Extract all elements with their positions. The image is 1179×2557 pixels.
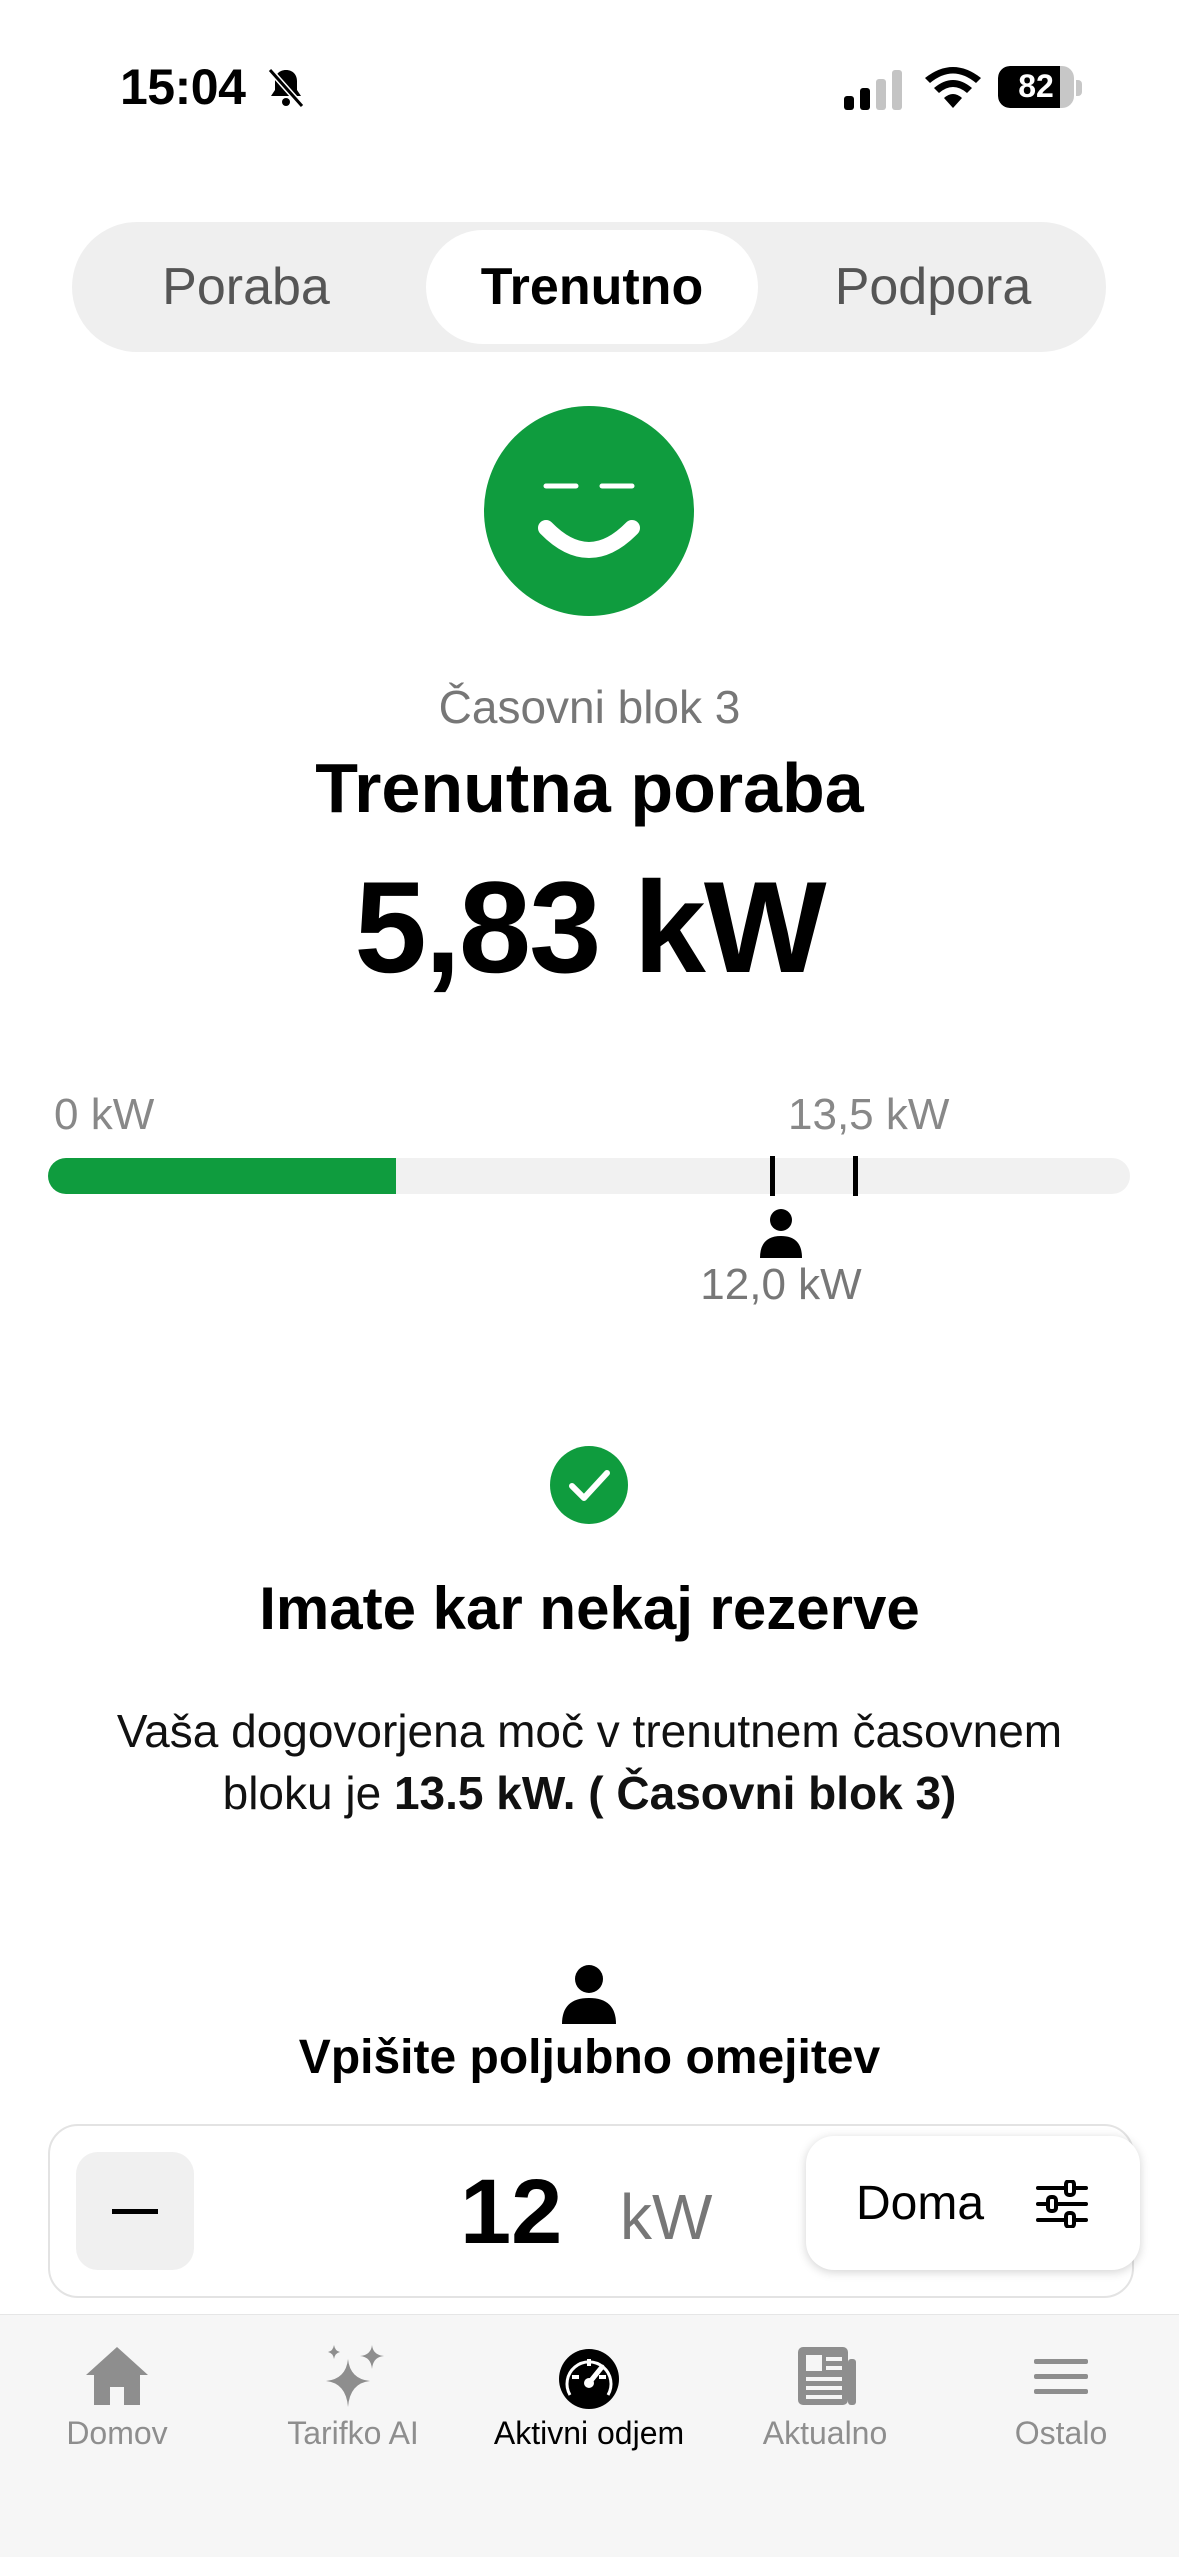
bell-slash-icon <box>267 68 305 108</box>
tab-label: Domov <box>66 2415 168 2451</box>
tab-poraba[interactable]: Poraba <box>86 230 406 344</box>
sliders-icon <box>1036 2180 1088 2228</box>
speedometer-icon <box>559 2349 619 2409</box>
user-limit-label: 12,0 kW <box>700 1260 862 1309</box>
location-profile-button[interactable]: Doma <box>806 2136 1140 2270</box>
battery-icon: 82 <box>998 66 1082 110</box>
consumption-gauge <box>48 1158 1130 1194</box>
reserve-title: Imate kar nekaj rezerve <box>259 1575 920 1642</box>
person-icon <box>760 1209 802 1258</box>
decrease-button[interactable] <box>76 2152 194 2270</box>
tab-ostalo[interactable]: Ostalo <box>961 2343 1161 2452</box>
check-icon <box>550 1446 628 1524</box>
bottom-tab-bar: Domov Tarifko AI Aktivni odjem Aktualno … <box>0 2314 1179 2557</box>
gauge-min-label: 0 kW <box>54 1090 155 1139</box>
minus-icon <box>112 2209 158 2214</box>
signal-icon <box>844 70 902 110</box>
segmented-control: Poraba Trenutno Podpora <box>72 222 1106 352</box>
tab-label: Aktualno <box>762 2415 888 2451</box>
location-profile-label: Doma <box>856 2177 985 2230</box>
tab-aktualno[interactable]: Aktualno <box>725 2343 925 2452</box>
limit-unit: kW <box>620 2181 713 2253</box>
tab-tarifko-ai[interactable]: Tarifko AI <box>253 2343 453 2452</box>
gauge-fill <box>48 1158 397 1194</box>
custom-limit-label: Vpišite poljubno omejitev <box>298 2031 881 2084</box>
wifi-icon <box>925 67 981 108</box>
tab-trenutno[interactable]: Trenutno <box>426 230 758 344</box>
reserve-description: Vaša dogovorjena moč v trenutnem časovne… <box>116 1705 1063 1819</box>
battery-percent: 82 <box>1018 68 1054 104</box>
sparkles-icon <box>326 2345 384 2407</box>
limit-value[interactable]: 12 <box>460 2160 562 2265</box>
time-block-label: Časovni blok 3 <box>438 681 741 733</box>
status-time: 15:04 <box>120 59 246 115</box>
current-consumption-value: 5,83 kW <box>354 854 826 1000</box>
contract-limit-tick <box>853 1156 858 1196</box>
tab-podpora[interactable]: Podpora <box>768 230 1098 344</box>
user-limit-tick <box>770 1156 775 1196</box>
tab-label: Aktivni odjem <box>493 2415 685 2451</box>
page-title: Trenutna poraba <box>315 749 864 827</box>
home-icon <box>86 2347 148 2405</box>
tab-label: Tarifko AI <box>287 2415 419 2451</box>
tab-aktivni-odjem[interactable]: Aktivni odjem <box>489 2343 689 2452</box>
newspaper-icon <box>798 2347 856 2405</box>
person-icon <box>562 1965 616 2024</box>
tab-domov[interactable]: Domov <box>17 2343 217 2452</box>
tab-label: Ostalo <box>1014 2415 1108 2451</box>
menu-icon <box>1034 2359 1088 2394</box>
gauge-max-label: 13,5 kW <box>788 1090 950 1139</box>
smiley-icon <box>484 406 694 616</box>
